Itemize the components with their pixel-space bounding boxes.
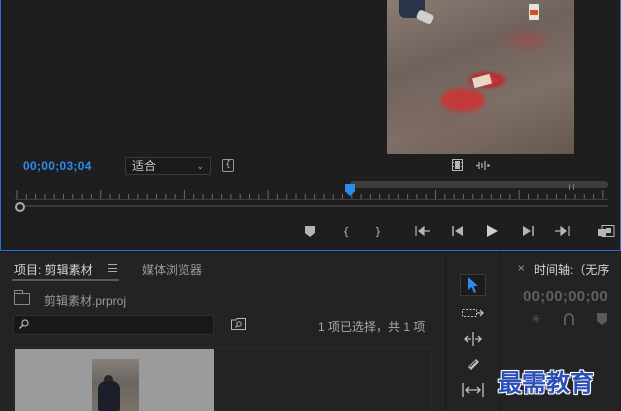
project-panel: 项目: 剪辑素材 媒体浏览器 剪辑素材.prproj 1 项已选择，共 1 项 <box>0 252 445 411</box>
track-select-tool-icon[interactable] <box>460 302 486 324</box>
project-file-name: 剪辑素材.prproj <box>44 294 127 308</box>
settings-toggle-icon[interactable]: { <box>222 159 234 172</box>
program-monitor-panel: 00;00;03;04 适合 ⌄ { { } <box>0 0 621 251</box>
razor-tool-icon[interactable] <box>460 353 486 375</box>
clip-thumbnail[interactable] <box>15 349 214 411</box>
slip-tool-icon[interactable] <box>460 379 486 401</box>
folder-up-icon[interactable] <box>14 290 30 305</box>
chevron-down-icon: ⌄ <box>196 161 204 171</box>
add-marker-icon[interactable] <box>595 312 609 326</box>
video-preview <box>387 0 574 154</box>
tab-project[interactable]: 项目: 剪辑素材 <box>14 261 93 278</box>
new-search-bin-icon[interactable] <box>231 318 246 330</box>
search-icon <box>19 319 29 329</box>
zoom-level-select[interactable]: 适合 ⌄ <box>125 157 211 175</box>
tab-media-browser[interactable]: 媒体浏览器 <box>142 261 202 278</box>
mark-out-icon[interactable]: } <box>370 223 386 239</box>
selection-tool-icon[interactable] <box>460 274 486 296</box>
snap-icon[interactable]: ✳ <box>529 312 543 326</box>
step-back-icon[interactable] <box>450 223 466 239</box>
linked-selection-icon[interactable] <box>562 312 576 326</box>
go-to-out-icon[interactable] <box>554 223 570 239</box>
filmstrip-icon[interactable] <box>452 159 463 171</box>
zoom-level-value: 适合 <box>132 159 157 173</box>
tab-timeline[interactable]: 时间轴:（无序 <box>534 261 609 278</box>
scroll-handle[interactable] <box>15 202 25 212</box>
timeline-timecode[interactable]: 00;00;00;00 <box>523 288 608 305</box>
go-to-in-icon[interactable] <box>415 223 431 239</box>
selection-status: 1 项已选择，共 1 项 <box>318 320 426 334</box>
waveform-icon[interactable] <box>476 161 490 170</box>
tools-panel <box>447 252 499 411</box>
watermark-logo: 最需教育 <box>498 368 594 397</box>
time-ruler[interactable] <box>15 188 608 200</box>
scroll-track <box>25 205 608 207</box>
bin-content-area <box>13 347 432 411</box>
export-frame-icon[interactable] <box>597 223 615 239</box>
search-input[interactable] <box>13 315 214 335</box>
active-tab-indicator <box>12 279 119 281</box>
panel-menu-icon[interactable] <box>108 264 117 272</box>
playhead-timecode[interactable]: 00;00;03;04 <box>23 159 92 173</box>
close-icon[interactable]: × <box>517 263 525 274</box>
ripple-edit-tool-icon[interactable] <box>460 328 486 350</box>
add-marker-icon[interactable] <box>302 223 318 239</box>
step-forward-icon[interactable] <box>520 223 536 239</box>
play-icon[interactable] <box>484 223 500 239</box>
mark-in-icon[interactable]: { <box>338 223 354 239</box>
monitor-scrollbar[interactable] <box>15 202 608 212</box>
